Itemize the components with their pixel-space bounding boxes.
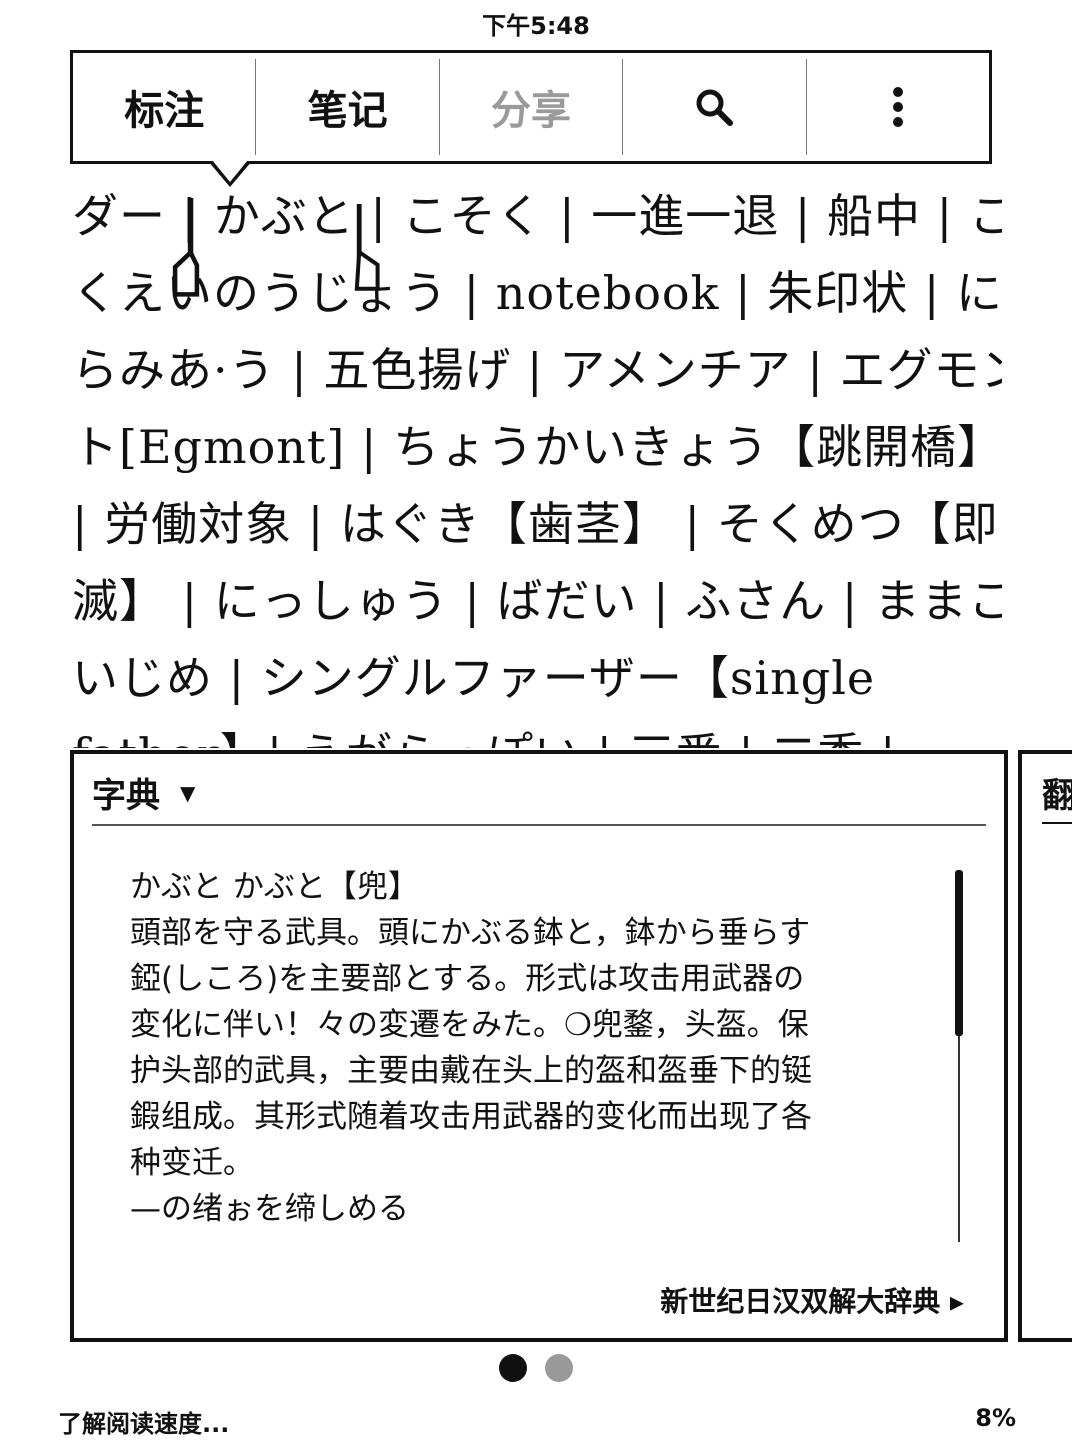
selection-end-handle[interactable]: [352, 198, 384, 298]
highlight-button[interactable]: 标注: [73, 59, 257, 155]
definition-line: 护头部的武具，主要由戴在头上的盔和盔垂下的铤: [130, 1053, 812, 1089]
scrollbar-thumb[interactable]: [955, 870, 963, 1036]
divider: [92, 824, 986, 826]
definition-line: 鍜组成。其形式随着攻击用武器的变化而出现了各: [130, 1099, 812, 1135]
selection-start-handle[interactable]: [170, 198, 202, 298]
page-dot[interactable]: [545, 1354, 573, 1382]
reading-progress[interactable]: 8%: [975, 1404, 1016, 1432]
book-line: father】| えがらっぽい | 三番 | 二季 |: [72, 717, 1002, 748]
dictionary-title: 字典: [92, 776, 160, 816]
reading-speed-link[interactable]: 了解阅读速度...: [58, 1404, 229, 1439]
book-line: ダー | かぶと | こそく | 一進一退 | 船中 | こ: [72, 189, 1002, 243]
toolbar-pointer-fill: [212, 160, 248, 182]
definition-line: 頭部を守る武具。頭にかぶる鉢と，鉢から垂らす: [130, 915, 811, 951]
definition-line: —の绪ぉを缔しめる: [130, 1191, 409, 1227]
search-icon: [696, 89, 734, 126]
book-line: くえいのうじょう | notebook | 朱印状 | に: [72, 266, 1002, 320]
search-button[interactable]: [623, 59, 807, 155]
more-options-button[interactable]: [807, 59, 989, 155]
more-vertical-icon: [892, 87, 903, 127]
book-page-text[interactable]: ダー | かぶと | こそく | 一進一退 | 船中 | こ くえいのうじょう …: [72, 178, 1002, 748]
book-line: いじめ | シングルファーザー【single: [72, 651, 876, 705]
definition-line: 変化に伴い！々の変遷をみた。❍兜鍪，头盔。保: [130, 1007, 809, 1043]
panel-pagination: [0, 1354, 1072, 1382]
book-line: らみあ·う | 五色揚げ | アメンチア | エグモン: [72, 343, 1002, 397]
selection-toolbar: 标注 笔记 分享: [70, 50, 992, 164]
definition-line: 錏(しころ)を主要部とする。形式は攻击用武器の: [130, 961, 805, 997]
book-line: | 労働対象 | はぐき【歯茎】 | そくめつ【即: [72, 497, 999, 551]
book-line: 滅】 | にっしゅう | ばだい | ふさん | ままこ: [72, 574, 1002, 628]
note-button[interactable]: 笔记: [256, 59, 440, 155]
dictionary-source-link[interactable]: 新世纪日汉双解大辞典 ▸: [660, 1280, 964, 1320]
triangle-down-icon: ▼: [180, 780, 196, 805]
status-time: 下午5:48: [482, 12, 590, 40]
page-dot-active[interactable]: [499, 1354, 527, 1382]
definition-line: かぶと かぶと【兜】: [130, 869, 419, 905]
dictionary-selector[interactable]: 字典 ▼: [92, 768, 195, 817]
dictionary-definition: かぶと かぶと【兜】 頭部を守る武具。頭にかぶる鉢と，鉢から垂らす 錏(しころ)…: [130, 864, 910, 1232]
share-button[interactable]: 分享: [440, 59, 624, 155]
divider: [1042, 822, 1072, 824]
dictionary-panel[interactable]: 字典 ▼ かぶと かぶと【兜】 頭部を守る武具。頭にかぶる鉢と，鉢から垂らす 錏…: [70, 750, 1008, 1342]
translation-panel[interactable]: 翻: [1018, 750, 1072, 1342]
book-line: ト[Egmont] | ちょうかいきょう【跳開橋】: [72, 420, 1002, 474]
translation-panel-title: 翻: [1042, 768, 1072, 817]
definition-line: 种变迁。: [130, 1145, 254, 1181]
